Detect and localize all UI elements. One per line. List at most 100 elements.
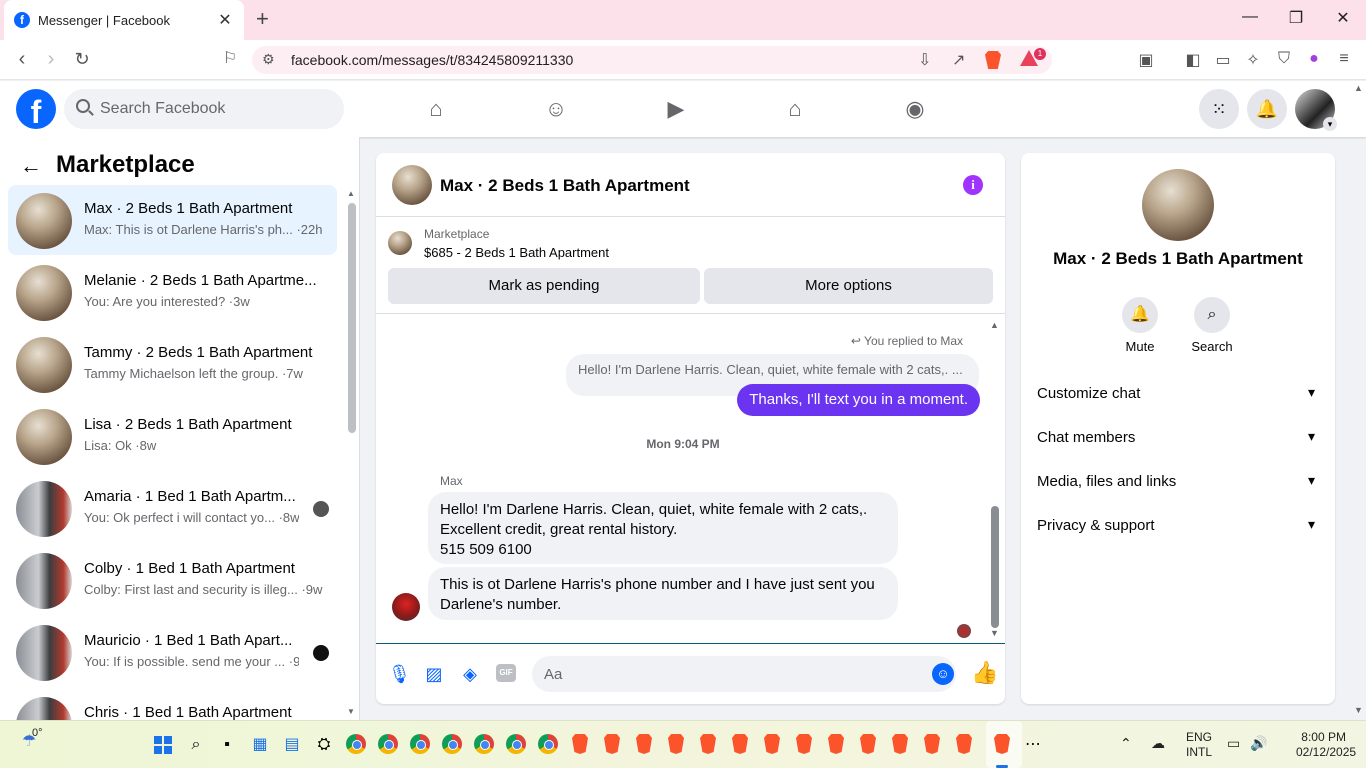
conversation-item[interactable]: Max · 2 Beds 1 Bath Apartment Max: This … [8,185,337,255]
info-icon[interactable]: i [963,175,983,195]
site-settings-icon[interactable]: ⚙ [262,51,275,68]
scroll-up-icon[interactable]: ▲ [347,189,355,198]
close-tab-icon[interactable]: ✕ [216,10,234,30]
chrome-icon[interactable] [410,734,430,754]
emoji-icon[interactable]: ☺ [932,663,954,685]
chrome-icon[interactable] [506,734,526,754]
network-icon[interactable]: ▭ [1227,735,1240,752]
outgoing-message[interactable]: Thanks, I'll text you in a moment. [737,384,980,416]
home-icon[interactable]: ⌂ [422,95,450,123]
conversation-item[interactable]: Lisa · 2 Beds 1 Bath Apartment Lisa: Ok … [8,401,337,471]
wallet-icon[interactable]: ▭ [1213,50,1233,70]
chrome-icon[interactable] [378,734,398,754]
conversation-item[interactable]: Tammy · 2 Beds 1 Bath Apartment Tammy Mi… [8,329,337,399]
new-tab-icon[interactable]: + [256,8,269,30]
friends-icon[interactable]: ☺ [542,95,570,123]
browser-tab[interactable]: f Messenger | Facebook ✕ [4,0,244,40]
sidebar-scrollbar[interactable]: ▲ ▼ [347,189,357,719]
app-icon[interactable]: ⛭ [312,733,336,757]
notepad-icon[interactable]: ▤ [280,733,304,757]
cloud-icon[interactable]: ☁ [1151,735,1165,752]
window-close-icon[interactable]: ✕ [1333,8,1353,28]
brave-icon[interactable] [956,734,972,754]
sidebar-toggle-icon[interactable]: ◧ [1183,50,1203,70]
brave-icon[interactable] [994,734,1010,754]
volume-icon[interactable]: 🔊 [1250,735,1267,752]
mark-pending-button[interactable]: Mark as pending [388,268,700,304]
brave-icon[interactable] [764,734,780,754]
scroll-down-icon[interactable]: ▼ [1354,705,1363,715]
brave-icon[interactable] [700,734,716,754]
restore-icon[interactable]: ❐ [1286,8,1306,28]
chrome-icon[interactable] [346,734,366,754]
scrollbar-thumb[interactable] [991,506,999,628]
bookmark-icon[interactable]: ⚐ [219,48,241,70]
minimize-icon[interactable]: — [1240,8,1260,26]
profile-icon[interactable]: ● [1304,50,1324,68]
conversation-item[interactable]: Chris · 1 Bed 1 Bath Apartment [8,689,337,720]
language-indicator[interactable]: ENG INTL [1186,730,1212,760]
forward-icon[interactable]: › [40,48,62,70]
listing-price[interactable]: $685 - 2 Beds 1 Bath Apartment [424,245,609,260]
brave-icon[interactable] [572,734,588,754]
back-arrow-icon[interactable]: ← [20,153,42,179]
calculator-icon[interactable]: ▦ [248,733,272,757]
leo-ai-icon[interactable]: ✧ [1243,50,1263,70]
microphone-icon[interactable]: 🎙 [388,662,411,686]
brave-icon[interactable] [892,734,908,754]
account-avatar[interactable]: ▾ [1295,89,1337,131]
more-apps-icon[interactable]: ⋯ [1021,733,1045,757]
media-files-section[interactable]: Media, files and links ▾ [1037,464,1319,500]
photo-icon[interactable]: ▨ [424,662,444,686]
groups-icon[interactable]: ◉ [901,95,929,123]
weather-widget[interactable]: ☂ 0° [22,727,43,751]
clock[interactable]: 8:00 PM 02/12/2025 [1296,730,1356,760]
chat-members-section[interactable]: Chat members ▾ [1037,420,1319,456]
conversation-avatar[interactable] [1142,169,1214,241]
chrome-icon[interactable] [538,734,558,754]
chrome-icon[interactable] [474,734,494,754]
facebook-logo[interactable]: f [16,89,56,130]
brave-icon[interactable] [668,734,684,754]
share-icon[interactable]: ↗ [952,50,965,70]
message-scrollbar[interactable]: ▲ ▼ [990,320,1000,638]
start-icon[interactable] [154,736,172,754]
menu-icon[interactable]: ≡ [1334,50,1354,68]
reader-mode-icon[interactable]: ▣ [1136,50,1156,70]
marketplace-icon[interactable]: ⌂ [781,95,809,123]
task-view-icon[interactable]: ▪ [215,733,239,757]
video-icon[interactable]: ▶ [662,95,690,123]
brave-icon[interactable] [732,734,748,754]
brave-shields-icon[interactable] [985,51,1001,69]
conversation-item[interactable]: Melanie · 2 Beds 1 Bath Apartme... You: … [8,257,337,327]
page-scrollbar[interactable]: ▲ ▼ [1352,81,1366,720]
customize-chat-section[interactable]: Customize chat ▾ [1037,376,1319,412]
chrome-icon[interactable] [442,734,462,754]
conversation-item[interactable]: Mauricio · 1 Bed 1 Bath Apart... You: If… [8,617,337,687]
search-icon[interactable]: ⌕ [184,733,208,757]
back-icon[interactable]: ‹ [11,48,33,70]
scroll-down-icon[interactable]: ▼ [990,628,999,638]
more-options-button[interactable]: More options [704,268,993,304]
brave-icon[interactable] [604,734,620,754]
gif-icon[interactable]: GIF [496,664,516,682]
incoming-message[interactable]: Hello! I'm Darlene Harris. Clean, quiet,… [428,492,898,564]
scroll-down-icon[interactable]: ▼ [347,707,355,716]
listing-thumbnail[interactable] [388,231,412,255]
incoming-message[interactable]: This is ot Darlene Harris's phone number… [428,567,898,620]
brave-icon[interactable] [860,734,876,754]
scrollbar-thumb[interactable] [348,203,356,433]
install-app-icon[interactable]: ⇩ [918,50,931,70]
scroll-up-icon[interactable]: ▲ [990,320,999,330]
sticker-icon[interactable]: ◈ [460,662,480,686]
scroll-up-icon[interactable]: ▲ [1354,83,1363,93]
facebook-search[interactable]: Search Facebook [64,89,344,129]
conversation-item[interactable]: Colby · 1 Bed 1 Bath Apartment Colby: Fi… [8,545,337,615]
mute-button[interactable]: 🔔 Mute [1110,297,1170,354]
vpn-icon[interactable]: ⛉ [1274,50,1294,68]
brave-icon[interactable] [796,734,812,754]
chat-avatar[interactable] [392,165,432,205]
message-input[interactable] [532,656,956,692]
menu-grid-icon[interactable]: ⁙ [1199,89,1239,129]
chat-title[interactable]: Max · 2 Beds 1 Bath Apartment [440,176,690,196]
